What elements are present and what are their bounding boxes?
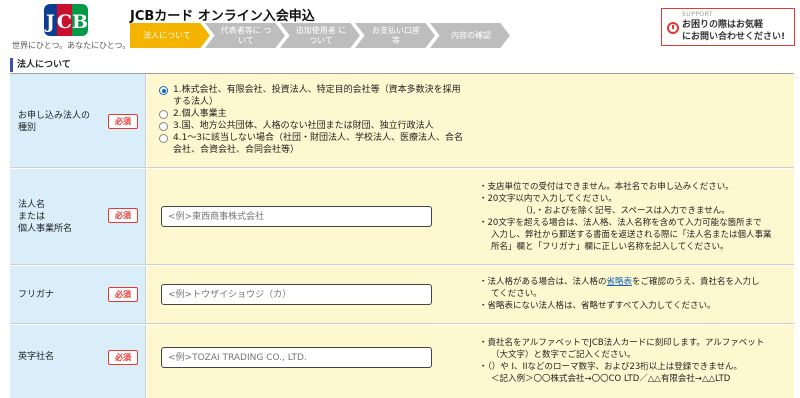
note-text: をご確認のうえ、貴社名を入力し <box>632 277 760 287</box>
value-cell: ・支店単位での受付はできません。本社名でお申し込みください。 ・20文字以内で入… <box>147 169 794 264</box>
radio-label: 3.国、地方公共団体、人格のない社団または財団、独立行政法人 <box>173 121 434 131</box>
note-text: ・法人格がある場合は、法人格の <box>479 277 607 287</box>
radio-option-2[interactable]: 2.個人事業主 <box>159 108 463 120</box>
radio-button-checked[interactable] <box>159 86 168 95</box>
note-line: （大文字）と数字でご記入ください。 <box>491 350 636 360</box>
note-line: ・法人格がある場合は、法人格の省略表をご確認のうえ、貴社名を入力し <box>479 276 760 288</box>
logo-letter-j: J <box>44 4 57 36</box>
radio-button[interactable] <box>159 110 168 119</box>
abbreviation-table-link[interactable]: 省略表 <box>607 277 633 287</box>
radio-button[interactable] <box>159 122 168 131</box>
english-name-notes: ・貴社名をアルファベットでJCB法人カードに刻印します。アルファベット （大文字… <box>479 337 764 385</box>
value-cell: 1.株式会社、有限会社、投資法人、特定目的会社等（資本多数決を採用 する法人） … <box>147 74 794 167</box>
label-line: 種別 <box>18 123 37 133</box>
value-cell: ・法人格がある場合は、法人格の省略表をご確認のうえ、貴社名を入力し てください。… <box>147 266 794 323</box>
step-additional-user: 追加使用者 について <box>280 23 360 48</box>
step-company: 法人について <box>130 23 210 48</box>
radio-label: 2.個人事業主 <box>173 109 227 119</box>
label-line: 個人事業所名 <box>18 224 73 234</box>
note-line: てください。 <box>491 289 542 299</box>
entity-type-radio-group: 1.株式会社、有限会社、投資法人、特定目的会社等（資本多数決を採用 する法人） … <box>159 84 463 156</box>
note-line: ・省略表にない法人格は、省略せずすべて入力してください。 <box>479 301 716 311</box>
support-text: お困りの際はお気軽 にお問い合わせください! <box>682 19 785 43</box>
label-line: お申し込み法人の <box>18 111 91 121</box>
label-line: 法人名 <box>18 200 46 210</box>
row-company-name: 法人名 または 個人事業所名 必須 ・支店単位での受付はできません。本社名でお申… <box>10 169 794 265</box>
label-cell: お申し込み法人の 種別 必須 <box>10 74 146 167</box>
support-info-icon <box>667 22 679 34</box>
note-line: （),・およびを除く記号、スペースは入力できません。 <box>521 206 730 216</box>
company-name-input[interactable] <box>161 206 432 227</box>
radio-button[interactable] <box>159 134 168 143</box>
radio-option-3[interactable]: 3.国、地方公共団体、人格のない社団または財団、独立行政法人 <box>159 120 463 132</box>
note-line: 所名」欄と「フリガナ」欄に正しい名称を記入してください。 <box>491 242 729 252</box>
row-english-name: 英字社名 必須 ・貴社名をアルファベットでJCB法人カードに刻印します。アルファ… <box>10 325 794 398</box>
field-label-english-name: 英字社名 <box>18 352 55 362</box>
radio-label-cont: する法人） <box>173 97 219 107</box>
field-label-entity-type: お申し込み法人の 種別 <box>18 110 90 134</box>
company-name-notes: ・支店単位での受付はできません。本社名でお申し込みください。 ・20文字以内で入… <box>479 181 772 253</box>
radio-option-4[interactable]: 4.1〜3に該当しない場合（社団・財団法人、学校法人、医療法人、合名 会社、合資… <box>159 132 463 156</box>
label-cell: 英字社名 必須 <box>10 325 146 398</box>
note-line: ・支店単位での受付はできません。本社名でお申し込みください。 <box>479 182 734 192</box>
note-line: ・20文字以内で入力してください。 <box>479 194 617 204</box>
furigana-input[interactable] <box>161 284 432 305</box>
logo-letter-c: C <box>56 4 72 36</box>
field-label-furigana: フリガナ <box>18 290 55 300</box>
support-contact-box[interactable]: SUPPORT お困りの際はお気軽 にお問い合わせください! <box>661 8 795 46</box>
field-label-company-name: 法人名 または 個人事業所名 <box>18 199 72 235</box>
required-badge: 必須 <box>108 114 138 129</box>
required-badge: 必須 <box>108 287 138 302</box>
label-line: または <box>18 212 46 222</box>
jcb-logo[interactable]: J C B <box>44 4 88 36</box>
row-furigana: フリガナ 必須 ・法人格がある場合は、法人格の省略表をご確認のうえ、貴社名を入力… <box>10 266 794 324</box>
note-line: ・貴社名をアルファベットでJCB法人カードに刻印します。アルファベット <box>479 338 765 348</box>
furigana-notes: ・法人格がある場合は、法人格の省略表をご確認のうえ、貴社名を入力し てください。… <box>479 276 760 312</box>
header: J C B 世界にひとつ。あなたにひとつ。 JCBカード オンライン入会申込 法… <box>0 0 800 54</box>
support-line-1: お困りの際はお気軽 <box>682 20 764 30</box>
support-tag: SUPPORT <box>682 11 714 18</box>
label-cell: フリガナ 必須 <box>10 266 146 323</box>
radio-label: 4.1〜3に該当しない場合（社団・財団法人、学校法人、医療法人、合名 <box>173 133 464 143</box>
page-title: JCBカード オンライン入会申込 <box>130 9 315 24</box>
section-title: 法人について <box>10 58 794 72</box>
required-badge: 必須 <box>108 350 138 365</box>
logo-letter-b: B <box>71 4 88 36</box>
radio-label-cont: 会社、合資会社、合同会社等） <box>173 145 300 155</box>
value-cell: ・貴社名をアルファベットでJCB法人カードに刻印します。アルファベット （大文字… <box>147 325 794 398</box>
radio-label: 1.株式会社、有限会社、投資法人、特定目的会社等（資本多数決を採用 <box>173 85 461 95</box>
step-confirm: 内容の確認 <box>430 23 510 48</box>
label-cell: 法人名 または 個人事業所名 必須 <box>10 169 146 264</box>
note-line: ＜記入例＞〇〇株式会社→〇〇CO LTD／△△有限会社→△△LTD <box>491 374 731 384</box>
required-badge: 必須 <box>108 208 138 223</box>
step-representative: 代表者等に ついて <box>205 23 285 48</box>
radio-option-1[interactable]: 1.株式会社、有限会社、投資法人、特定目的会社等（資本多数決を採用 する法人） <box>159 84 463 108</box>
slogan: 世界にひとつ。あなたにひとつ。 <box>12 41 131 50</box>
progress-steps: 法人について 代表者等に ついて 追加使用者 について お支払い口座 等 内容の… <box>130 23 510 48</box>
english-name-input[interactable] <box>161 347 432 368</box>
note-line: ・（）や I、IIなどのローマ数字、および23桁以上は登録できません。 <box>479 362 743 372</box>
support-line-2: にお問い合わせください! <box>682 32 786 42</box>
note-line: 入力し、弊社から郵送する書面を返送される際に「法人名または個人事業 <box>491 230 772 240</box>
step-payment-account: お支払い口座 等 <box>355 23 435 48</box>
note-line: ・20文字を超える場合は、法人格、法人名称を含めて入力可能な箇所まで <box>479 218 762 228</box>
row-entity-type: お申し込み法人の 種別 必須 1.株式会社、有限会社、投資法人、特定目的会社等（… <box>10 74 794 168</box>
